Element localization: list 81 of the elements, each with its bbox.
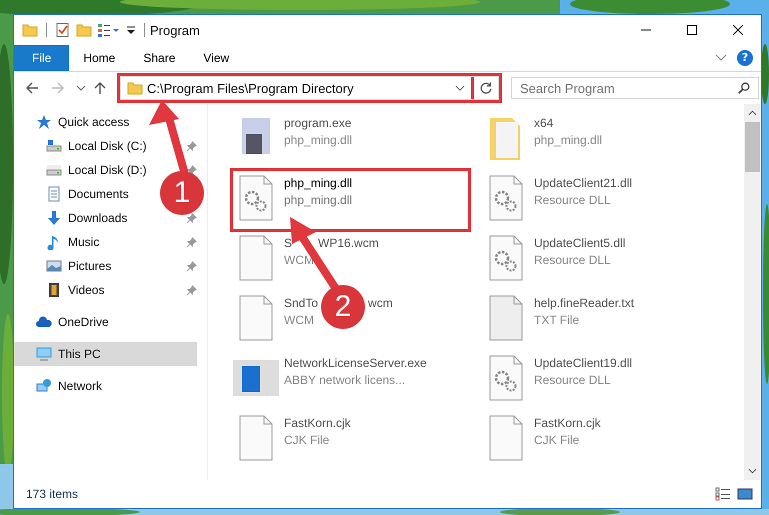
pin-icon[interactable] (186, 212, 197, 224)
ribbon-tab[interactable]: Share (129, 45, 190, 71)
file-type: php_ming.dll (284, 133, 352, 148)
file-name: wcm (368, 296, 393, 311)
up-arrow-icon[interactable] (92, 80, 108, 96)
drive-icon (46, 162, 62, 178)
nav-item[interactable]: Local Disk (C:) (14, 134, 147, 158)
close-icon[interactable] (733, 25, 743, 35)
help-button[interactable]: ? (737, 50, 753, 66)
window-title: Program (150, 22, 200, 38)
file-name: UpdateClient19.dll (534, 356, 632, 371)
nav-item[interactable]: Network (14, 374, 102, 398)
nav-item[interactable]: Documents (14, 182, 129, 206)
search-field[interactable]: Search Program (511, 77, 759, 99)
large-icons-view-icon[interactable] (737, 487, 753, 501)
details-view-icon[interactable] (715, 487, 731, 501)
file-type: php_ming.dll (284, 193, 352, 208)
network-icon (36, 378, 52, 394)
file-name: UpdateClient5.dll (534, 236, 626, 251)
file-name: FastKorn.cjk (284, 416, 351, 431)
customize-icon[interactable] (126, 25, 136, 35)
file-name: x64 (534, 116, 554, 131)
nav-item[interactable]: OneDrive (14, 310, 109, 334)
file-name: php_ming.dll (284, 176, 352, 191)
file-name: program.exe (284, 116, 352, 131)
cloud-icon (36, 314, 52, 330)
nav-item[interactable]: Local Disk (D:) (14, 158, 147, 182)
file-type: Resource DLL (534, 253, 611, 268)
nav-item[interactable]: Pictures (14, 254, 112, 278)
address-path: C:\Program Files\Program Directory (147, 80, 355, 96)
nav-item[interactable]: Music (14, 230, 100, 254)
refresh-icon[interactable] (479, 81, 493, 95)
picture-icon (46, 258, 62, 274)
file-name: S (284, 236, 292, 251)
pin-icon[interactable] (186, 236, 197, 248)
back-arrow-icon[interactable] (24, 80, 40, 96)
scroll-thumb[interactable] (745, 122, 760, 172)
file-tab[interactable]: File (14, 45, 70, 71)
file-name: help.fineReader.txt (534, 296, 634, 311)
maximize-icon[interactable] (687, 25, 697, 35)
file-type: CJK File (284, 433, 330, 448)
folder-icon (127, 80, 143, 96)
nav-item[interactable]: Videos (14, 278, 104, 302)
file-name: UpdateClient21.dll (534, 176, 632, 191)
nav-item[interactable]: This PC (14, 342, 197, 366)
search-icon[interactable] (737, 81, 751, 95)
file-type: php_ming.dll (534, 133, 602, 148)
nav-item[interactable]: Downloads (14, 206, 128, 230)
monitor-icon (36, 346, 52, 362)
file-type: Resource DLL (534, 373, 611, 388)
nav-item[interactable]: Quick access (14, 110, 130, 134)
file-type: TXT File (534, 313, 580, 328)
address-bar[interactable]: C:\Program Files\Program Directory (121, 77, 471, 99)
pin-icon[interactable] (186, 140, 197, 152)
view-list-icon[interactable] (97, 22, 121, 38)
file-type: ABBY network licens... (284, 373, 406, 388)
down-arrow-icon (46, 210, 62, 226)
file-name: SndTo (284, 296, 318, 311)
scroll-down-icon[interactable] (748, 468, 757, 474)
star-icon (36, 114, 52, 130)
file-type: WCM (284, 313, 314, 328)
pin-icon[interactable] (186, 164, 197, 176)
properties-icon[interactable] (55, 22, 71, 38)
file-type: CJK File (534, 433, 580, 448)
chevron-down-icon[interactable] (76, 85, 86, 91)
chevron-down-icon[interactable] (455, 84, 465, 92)
item-count: 173 items (26, 487, 78, 501)
file-name: NetworkLicenseServer.exe (284, 356, 427, 371)
scroll-up-icon[interactable] (748, 110, 757, 116)
file-type: Resource DLL (534, 193, 611, 208)
document-icon (46, 186, 62, 202)
ribbon-tab[interactable]: Home (69, 45, 130, 71)
pin-icon[interactable] (186, 260, 197, 272)
pin-icon[interactable] (186, 284, 197, 296)
scrollbar[interactable] (744, 104, 761, 480)
file-name: WP16.wcm (318, 236, 379, 251)
film-icon (46, 282, 62, 298)
file-name: FastKorn.cjk (534, 416, 601, 431)
ribbon-tab[interactable]: View (189, 45, 244, 71)
drive-icon (46, 138, 62, 154)
minimize-icon[interactable] (641, 29, 651, 31)
